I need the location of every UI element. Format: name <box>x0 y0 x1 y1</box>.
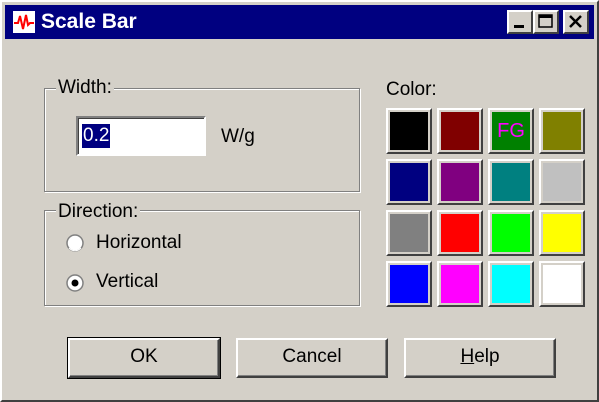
color-swatch[interactable] <box>437 210 483 256</box>
scale-bar-dialog: Scale Bar Width: 0.2 W/g Direction: Hori… <box>0 0 599 402</box>
help-button[interactable]: Help <box>404 338 556 378</box>
radio-horizontal-label[interactable]: Horizontal <box>96 231 182 255</box>
minimize-button[interactable] <box>507 10 533 34</box>
swatch-fill <box>543 163 581 201</box>
color-swatch[interactable] <box>488 210 534 256</box>
swatch-fill <box>441 112 479 150</box>
swatch-fill <box>543 265 581 303</box>
color-swatch[interactable] <box>539 210 585 256</box>
color-swatch[interactable] <box>488 261 534 307</box>
cancel-button[interactable]: Cancel <box>236 338 388 378</box>
help-mnemonic: H <box>460 346 475 367</box>
swatch-fill <box>543 214 581 252</box>
swatch-fill <box>390 163 428 201</box>
minimize-icon <box>514 25 524 28</box>
direction-group <box>44 210 360 306</box>
color-swatch[interactable] <box>539 261 585 307</box>
close-button[interactable] <box>563 10 589 34</box>
swatch-fill <box>492 163 530 201</box>
color-swatch[interactable] <box>386 108 432 154</box>
swatch-fill: FG <box>492 112 530 150</box>
swatch-fill <box>492 265 530 303</box>
color-swatch[interactable] <box>386 261 432 307</box>
color-swatch[interactable] <box>437 108 483 154</box>
color-swatch[interactable]: FG <box>488 108 534 154</box>
window-title: Scale Bar <box>41 10 137 33</box>
swatch-fill <box>390 265 428 303</box>
ok-button[interactable]: OK <box>67 337 221 379</box>
waveform-icon <box>13 11 35 33</box>
color-swatch[interactable] <box>437 261 483 307</box>
color-swatch[interactable] <box>539 108 585 154</box>
radio-horizontal[interactable] <box>66 234 84 252</box>
color-swatch[interactable] <box>488 159 534 205</box>
color-swatch[interactable] <box>539 159 585 205</box>
maximize-icon <box>538 14 553 28</box>
swatch-fill <box>543 112 581 150</box>
swatch-fill <box>492 214 530 252</box>
swatch-fill <box>441 265 479 303</box>
color-label: Color: <box>386 79 437 100</box>
swatch-fill <box>390 112 428 150</box>
swatch-fill <box>390 214 428 252</box>
maximize-button[interactable] <box>533 10 559 34</box>
direction-legend: Direction: <box>56 201 141 223</box>
radio-vertical[interactable] <box>66 274 84 292</box>
radio-vertical-label[interactable]: Vertical <box>96 270 158 294</box>
swatch-fill <box>441 163 479 201</box>
color-swatch[interactable] <box>437 159 483 205</box>
help-label-rest: elp <box>474 346 500 367</box>
color-swatch[interactable] <box>386 210 432 256</box>
width-unit: W/g <box>221 126 255 147</box>
title-bar[interactable]: Scale Bar <box>5 5 594 39</box>
swatch-fill <box>441 214 479 252</box>
color-swatch[interactable] <box>386 159 432 205</box>
width-value: 0.2 <box>82 124 111 148</box>
width-legend: Width: <box>56 77 114 99</box>
close-icon <box>569 15 582 28</box>
width-input[interactable]: 0.2 <box>76 116 206 156</box>
